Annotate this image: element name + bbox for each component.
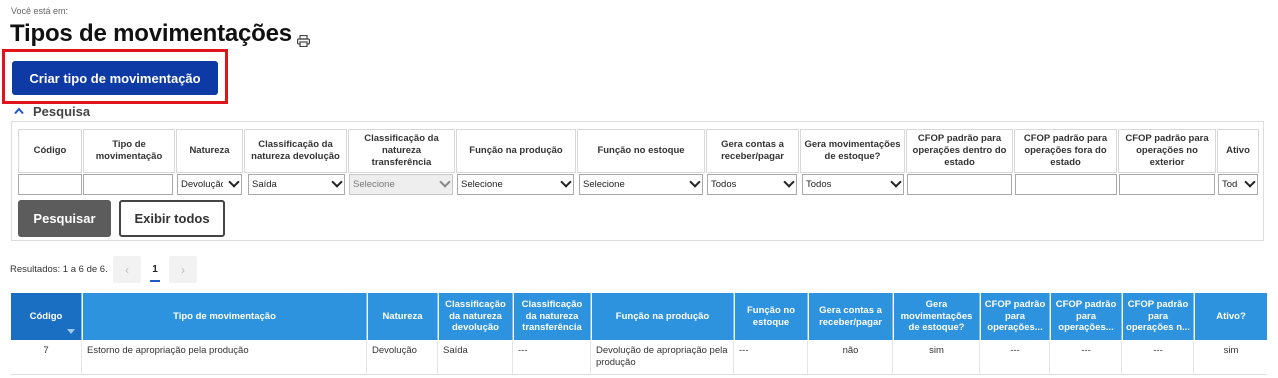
- filter-header-ativo: Ativo: [1217, 129, 1259, 173]
- table-cell-gera-contas: não: [809, 341, 893, 374]
- funcao-producao-select-value: Selecione: [461, 179, 503, 190]
- filter-header-tipo: Tipo de movimentação: [83, 129, 175, 173]
- natureza-select-value: Devolução: [181, 179, 223, 190]
- column-header-label: Código: [29, 310, 63, 322]
- create-movement-type-button[interactable]: Criar tipo de movimentação: [12, 61, 218, 95]
- table-cell-class-devolucao: Saída: [439, 341, 513, 374]
- filter-header-natureza: Natureza: [176, 129, 243, 173]
- funcao-producao-select[interactable]: Selecione: [457, 174, 574, 195]
- chevron-up-icon: [14, 106, 24, 117]
- show-all-button[interactable]: Exibir todos: [119, 200, 225, 237]
- column-header-class-transferencia[interactable]: Classificação da natureza transferência: [514, 293, 591, 340]
- chevron-down-icon: [1244, 176, 1256, 188]
- chevron-down-icon: [228, 176, 240, 188]
- class-transferencia-select-value: Selecione: [353, 179, 395, 190]
- column-header-funcao-estoque[interactable]: Função no estoque: [735, 293, 808, 340]
- table-cell-cfop-exterior: ---: [1123, 341, 1194, 374]
- filter-header-cfop-fora: CFOP padrão para operações fora do estad…: [1014, 129, 1117, 173]
- printer-icon[interactable]: [296, 34, 310, 48]
- results-count: Resultados: 1 a 6 de 6.: [10, 264, 108, 275]
- funcao-estoque-select-value: Selecione: [583, 179, 625, 190]
- column-header-cfop-fora[interactable]: CFOP padrão para operações...: [1051, 293, 1122, 340]
- filter-header-gera-movimentacoes: Gera movimentações de estoque?: [800, 129, 905, 173]
- table-cell-gera-movimentacoes: sim: [894, 341, 980, 374]
- chevron-down-icon: [439, 176, 451, 188]
- table-cell-natureza: Devolução: [368, 341, 438, 374]
- chevron-down-icon: [783, 176, 795, 188]
- tipo-input[interactable]: [83, 174, 173, 195]
- filter-header-codigo: Código: [18, 129, 82, 173]
- search-button[interactable]: Pesquisar: [18, 200, 111, 237]
- codigo-input[interactable]: [18, 174, 82, 195]
- filter-header-class-devolucao: Classificação da natureza devolução: [244, 129, 347, 173]
- cfop-fora-input[interactable]: [1015, 174, 1117, 195]
- column-header-cfop-dentro[interactable]: CFOP padrão para operações...: [981, 293, 1050, 340]
- filter-header-cfop-dentro: CFOP padrão para operações dentro do est…: [906, 129, 1013, 173]
- page-title: Tipos de movimentações: [10, 20, 292, 47]
- search-toggle[interactable]: Pesquisa: [14, 104, 90, 119]
- gera-contas-select[interactable]: Todos: [707, 174, 797, 195]
- search-toggle-label: Pesquisa: [33, 104, 91, 119]
- table-cell-ativo: sim: [1223, 345, 1239, 356]
- filter-panel: Código Tipo de movimentação Natureza Cla…: [11, 121, 1264, 241]
- column-header-gera-movimentacoes[interactable]: Gera movimentações de estoque?: [894, 293, 980, 340]
- ativo-select[interactable]: Todos: [1218, 174, 1258, 195]
- pagination-prev-button[interactable]: ‹: [113, 256, 141, 283]
- natureza-select[interactable]: Devolução: [177, 174, 242, 195]
- filter-header-funcao-estoque: Função no estoque: [577, 129, 705, 173]
- ativo-select-value: Todos: [1222, 179, 1238, 190]
- table-cell-tipo[interactable]: Estorno de apropriação pela produção: [83, 341, 367, 374]
- table-cell-funcao-producao: Devolução de apropriação pela produção: [592, 341, 734, 374]
- chevron-down-icon: [560, 176, 572, 188]
- class-devolucao-select[interactable]: Saída: [248, 174, 345, 195]
- table-cell-cfop-fora: ---: [1051, 341, 1122, 374]
- filter-header-funcao-producao: Função na produção: [456, 129, 576, 173]
- filter-header-class-transferencia: Classificação da natureza transferência: [348, 129, 455, 173]
- row-divider: [11, 374, 1267, 375]
- page: Você está em: Tipos de movimentações Cri…: [0, 0, 1278, 378]
- chevron-down-icon: [331, 176, 343, 188]
- gera-contas-select-value: Todos: [711, 179, 737, 190]
- table-cell-cfop-dentro: ---: [981, 341, 1050, 374]
- column-header-tipo[interactable]: Tipo de movimentação: [83, 293, 367, 340]
- column-header-codigo[interactable]: Código: [11, 293, 82, 340]
- pagination-page-1[interactable]: 1: [142, 256, 168, 283]
- sort-down-icon: [67, 329, 75, 334]
- column-header-gera-contas[interactable]: Gera contas a receber/pagar: [809, 293, 893, 340]
- table-cell-class-transferencia: ---: [514, 341, 591, 374]
- create-button-highlight: Criar tipo de movimentação: [2, 49, 228, 104]
- breadcrumb: Você está em:: [11, 6, 69, 16]
- table-cell-codigo: 7: [11, 341, 82, 374]
- gera-movimentacoes-select[interactable]: Todos: [802, 174, 904, 195]
- cfop-exterior-input[interactable]: [1119, 174, 1215, 195]
- column-header-ativo[interactable]: Ativo?: [1195, 293, 1267, 340]
- gera-movimentacoes-select-value: Todos: [806, 179, 832, 190]
- chevron-down-icon: [689, 176, 701, 188]
- title-row: Tipos de movimentações: [10, 20, 310, 48]
- filter-header-cfop-exterior: CFOP padrão para operações no exterior: [1118, 129, 1216, 173]
- column-header-cfop-exterior[interactable]: CFOP padrão para operações n...: [1123, 293, 1194, 340]
- class-transferencia-select[interactable]: Selecione: [349, 174, 453, 195]
- column-header-natureza[interactable]: Natureza: [368, 293, 438, 340]
- column-header-funcao-producao[interactable]: Função na produção: [592, 293, 734, 340]
- cfop-dentro-input[interactable]: [907, 174, 1012, 195]
- table-cell-funcao-estoque: ---: [735, 341, 808, 374]
- pagination-next-button[interactable]: ›: [169, 256, 197, 283]
- class-devolucao-select-value: Saída: [252, 179, 277, 190]
- column-header-class-devolucao[interactable]: Classificação da natureza devolução: [439, 293, 513, 340]
- chevron-down-icon: [890, 176, 902, 188]
- filter-header-gera-contas: Gera contas a receber/pagar: [706, 129, 799, 173]
- funcao-estoque-select[interactable]: Selecione: [579, 174, 703, 195]
